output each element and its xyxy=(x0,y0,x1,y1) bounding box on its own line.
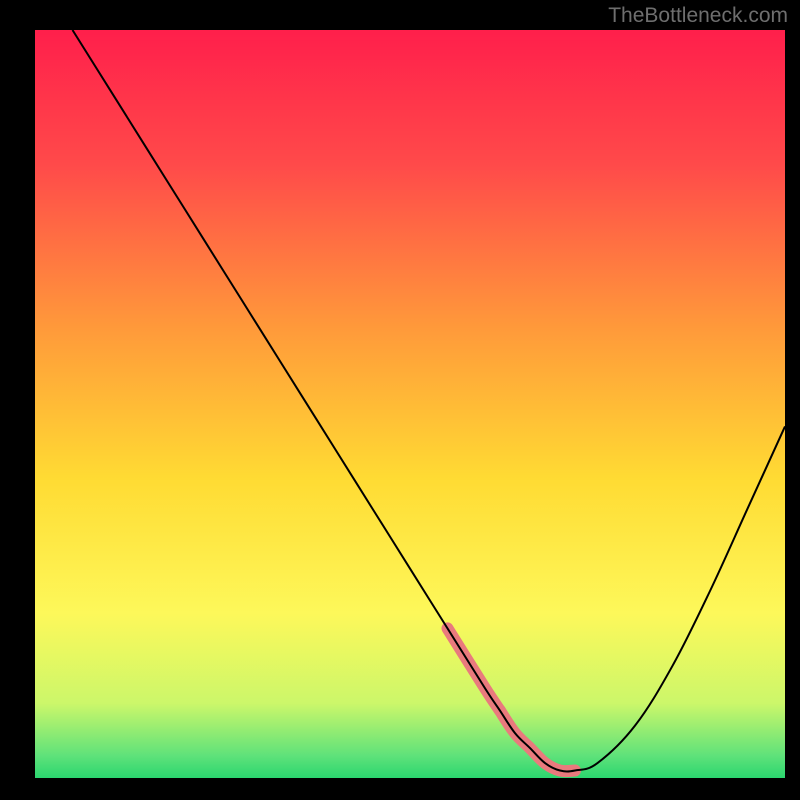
chart-frame: TheBottleneck.com xyxy=(0,0,800,800)
bottleneck-chart xyxy=(0,0,800,800)
watermark-text: TheBottleneck.com xyxy=(608,4,788,28)
